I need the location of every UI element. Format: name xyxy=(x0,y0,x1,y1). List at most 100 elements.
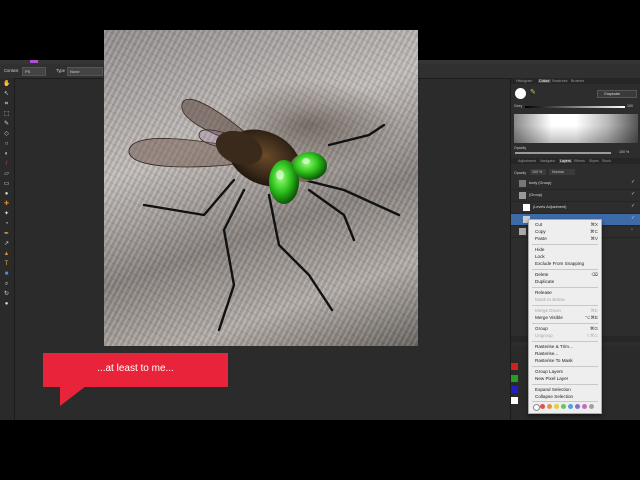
shortcut-ungroup: ⇧⌘G xyxy=(585,333,598,338)
menu-item-lock[interactable]: Lock xyxy=(535,254,545,259)
tag-colour-dot[interactable] xyxy=(582,404,587,409)
menu-separator xyxy=(532,341,598,342)
type-dropdown[interactable]: None xyxy=(67,67,103,76)
layer-opacity-label: Opacity xyxy=(514,171,527,175)
menu-item-rasterise-to-mask[interactable]: Rasterise To Mask xyxy=(535,358,573,363)
tag-colour-dot[interactable] xyxy=(568,404,573,409)
white-swatch[interactable] xyxy=(511,397,518,404)
shortcut-group: ⌘G xyxy=(589,326,598,331)
colour-mode-dropdown[interactable]: Grayscale xyxy=(597,90,637,98)
blend-mode-dropdown[interactable]: Normal xyxy=(549,169,575,175)
layer-row[interactable]: (Group) ✓ xyxy=(511,190,640,202)
eyedropper-icon[interactable]: ✎ xyxy=(530,89,538,97)
menu-item-copy[interactable]: Copy xyxy=(535,229,546,234)
erase-brush-icon[interactable]: ▭ xyxy=(3,181,10,188)
pen-tool-icon[interactable]: ✒ xyxy=(3,231,10,238)
menu-item-exclude-from-snapping[interactable]: Exclude From Snapping xyxy=(535,261,584,266)
tab-swatches[interactable]: Swatches xyxy=(552,79,568,83)
tag-colour-dot[interactable] xyxy=(561,404,566,409)
layer-opacity-field[interactable]: 100 % xyxy=(530,169,546,175)
menu-item-release[interactable]: Release xyxy=(535,290,552,295)
menu-item-collapse-selection[interactable]: Collapse Selection xyxy=(535,394,573,399)
visibility-check-icon[interactable]: ✓ xyxy=(631,180,636,185)
tab-effects[interactable]: Effects xyxy=(574,159,585,163)
caption-text: ...at least to me... xyxy=(97,363,174,374)
opacity-slider[interactable] xyxy=(515,152,611,154)
green-swatch[interactable] xyxy=(511,375,518,382)
rectangle-tool-icon[interactable]: ■ xyxy=(3,271,10,278)
tag-none-icon[interactable] xyxy=(533,404,540,411)
tab-brushes[interactable]: Brushes xyxy=(571,79,584,83)
context-label: Context xyxy=(4,68,19,73)
layer-thumbnail xyxy=(519,228,526,235)
colour-swatch-icon[interactable]: ● xyxy=(3,301,10,308)
marquee-tool-icon[interactable]: ◇ xyxy=(3,131,10,138)
menu-separator xyxy=(532,366,598,367)
node-tool-icon[interactable]: ↗ xyxy=(3,241,10,248)
menu-item-paste[interactable]: Paste xyxy=(535,236,547,241)
opacity-label: Opacity xyxy=(514,146,527,150)
healing-brush-icon[interactable]: ✦ xyxy=(3,211,10,218)
tab-colour[interactable]: Colour xyxy=(538,79,551,83)
shortcut-copy: ⌘C xyxy=(590,229,598,234)
primary-colour-swatch[interactable] xyxy=(515,88,526,99)
menu-item-rasterise[interactable]: Rasterise... xyxy=(535,351,558,356)
menu-item-group[interactable]: Group xyxy=(535,326,548,331)
menu-item-delete[interactable]: Delete xyxy=(535,272,548,277)
tag-colour-dot[interactable] xyxy=(554,404,559,409)
context-dropdown[interactable]: PS xyxy=(22,67,46,76)
menu-item-duplicate[interactable]: Duplicate xyxy=(535,279,554,284)
visibility-check-icon[interactable]: ✓ xyxy=(631,204,636,209)
tag-colour-dot[interactable] xyxy=(547,404,552,409)
visibility-check-icon[interactable]: ✓ xyxy=(631,216,636,221)
shortcut-merge-down: ⌘E xyxy=(590,308,598,313)
tab-navigator[interactable]: Navigator xyxy=(540,159,555,163)
menu-separator xyxy=(532,401,598,402)
paint-brush-icon[interactable]: / xyxy=(3,161,10,168)
menu-item-expand-selection[interactable]: Expand Selection xyxy=(535,387,571,392)
tag-colour-dot[interactable] xyxy=(540,404,545,409)
zoom-tool-icon[interactable]: ⌕ xyxy=(3,281,10,288)
grey-label: Grey xyxy=(514,104,523,108)
blur-brush-icon[interactable]: ◔ xyxy=(3,221,10,228)
menu-item-new-pixel-layer[interactable]: New Pixel Layer xyxy=(535,376,568,381)
tab-layers[interactable]: Layers xyxy=(559,159,572,163)
shape-tool-icon[interactable]: ▲ xyxy=(3,251,10,258)
tab-histogram[interactable]: Histogram xyxy=(516,79,532,83)
blue-swatch[interactable] xyxy=(511,386,518,393)
text-tool-icon[interactable]: T xyxy=(3,261,10,268)
layer-row[interactable]: body (Group) ✓ xyxy=(511,178,640,190)
tag-colour-dot[interactable] xyxy=(575,404,580,409)
layer-thumbnail xyxy=(519,192,526,199)
tab-adjustment[interactable]: Adjustment xyxy=(518,159,536,163)
freehand-select-icon[interactable]: ○ xyxy=(3,141,10,148)
colour-spectrum[interactable] xyxy=(514,114,638,143)
menu-item-group-layers[interactable]: Group Layers xyxy=(535,369,563,374)
visibility-check-icon[interactable]: ✓ xyxy=(631,192,636,197)
view-tool-icon[interactable]: ↻ xyxy=(3,291,10,298)
menu-item-merge-visible[interactable]: Merge Visible xyxy=(535,315,563,320)
tab-stock[interactable]: Stock xyxy=(602,159,611,163)
fill-tool-icon[interactable]: ▱ xyxy=(3,171,10,178)
clone-tool-icon[interactable]: ✚ xyxy=(3,201,10,208)
crop-tool-icon[interactable]: ⌗ xyxy=(3,101,10,108)
flood-select-icon[interactable]: ✎ xyxy=(3,121,10,128)
menu-item-rasterise-trim[interactable]: Rasterise & Trim... xyxy=(535,344,573,349)
tab-styles[interactable]: Styles xyxy=(589,159,599,163)
dodge-tool-icon[interactable]: ● xyxy=(3,191,10,198)
hand-tool-icon[interactable]: ✋ xyxy=(3,81,10,88)
lock-icon[interactable]: ▫ xyxy=(631,228,636,233)
red-swatch[interactable] xyxy=(511,363,518,370)
menu-item-merge-down: Merge Down xyxy=(535,308,562,313)
menu-item-cut[interactable]: Cut xyxy=(535,222,542,227)
layer-context-menu: Cut ⌘X Copy ⌘C Paste ⌘V Hide Lock Exclud… xyxy=(528,219,602,414)
grey-slider[interactable] xyxy=(525,106,625,108)
colour-picker-icon[interactable]: ◐ xyxy=(3,151,10,158)
type-label: Type xyxy=(56,68,66,73)
move-tool-icon[interactable]: ↖ xyxy=(3,91,10,98)
menu-separator xyxy=(532,269,598,270)
selection-brush-icon[interactable]: ⬚ xyxy=(3,111,10,118)
menu-item-hide[interactable]: Hide xyxy=(535,247,544,252)
layer-row[interactable]: (Levels Adjustment) ✓ xyxy=(511,202,640,214)
tag-colour-dot[interactable] xyxy=(589,404,594,409)
